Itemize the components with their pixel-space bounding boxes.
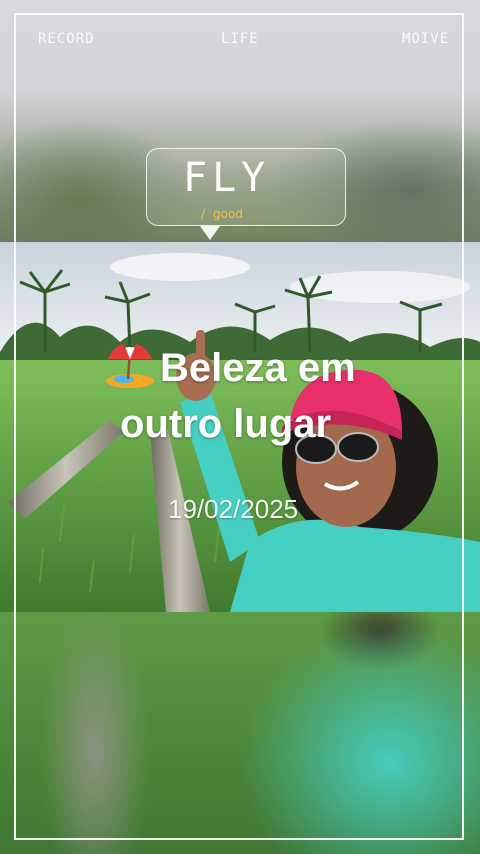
- fly-sticker: FLY / good: [146, 148, 346, 226]
- record-label: RECORD: [38, 31, 95, 47]
- beach-umbrella-icon: [104, 341, 156, 389]
- life-label: LIFE: [221, 31, 259, 47]
- date-stamp: 19/02/2025: [168, 494, 299, 524]
- sticker-separator: /: [201, 207, 206, 221]
- movie-label: MOIVE: [402, 31, 450, 47]
- caption-line-2: outro lugar: [120, 402, 332, 446]
- caption-line-1: Beleza em: [160, 346, 356, 390]
- story-screen: RECORD LIFE MOIVE FLY / good Beleza em o…: [0, 0, 480, 854]
- sticker-pointer: [200, 226, 220, 240]
- sticker-title: FLY: [183, 155, 271, 201]
- photo-caption: Beleza em outro lugar: [104, 340, 434, 452]
- blurred-background-bottom: [0, 612, 480, 854]
- sticker-subtitle: good: [213, 207, 243, 221]
